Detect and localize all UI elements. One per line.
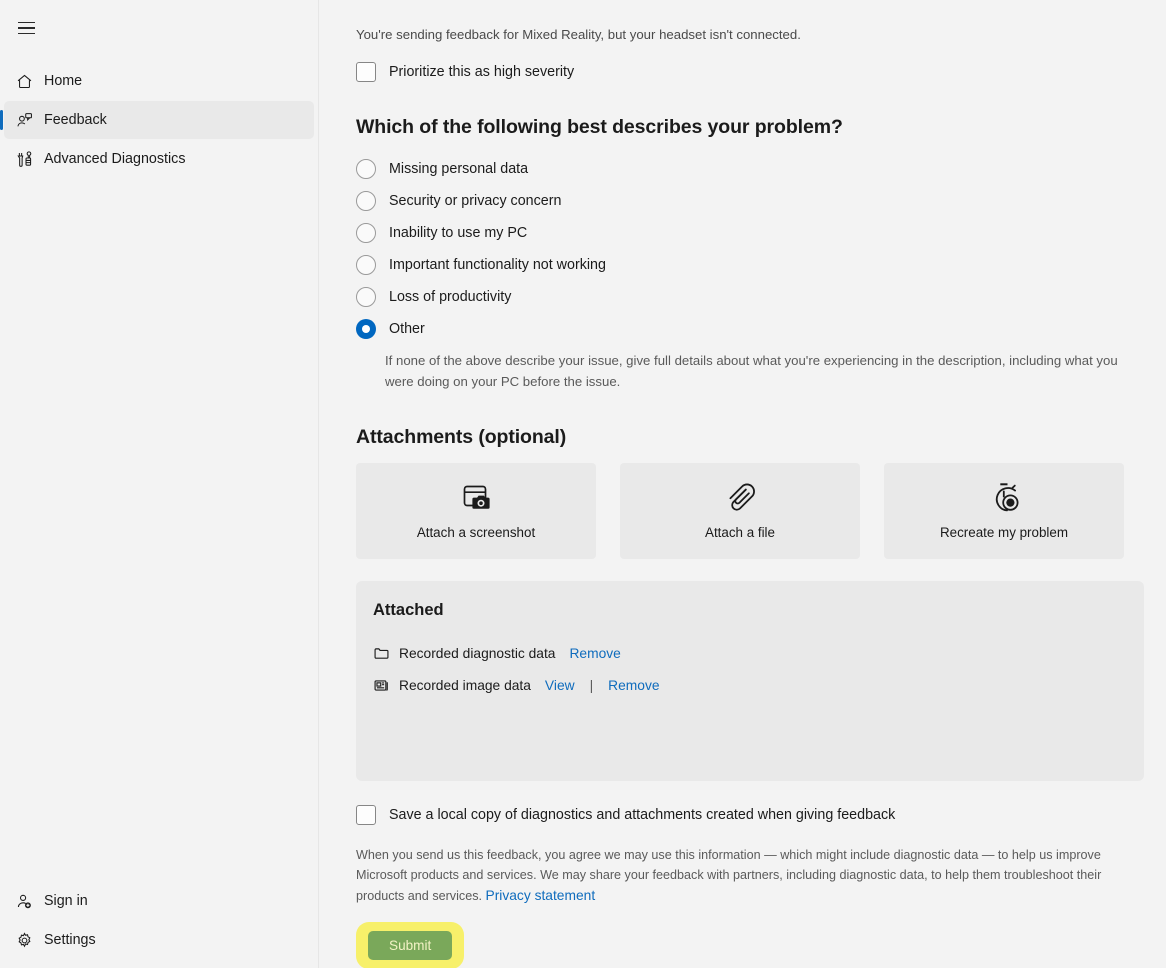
radio-label: Security or privacy concern: [389, 193, 562, 210]
attached-item-image-data: Recorded image data View | Remove: [372, 670, 1144, 702]
save-copy-checkbox[interactable]: [356, 804, 376, 825]
privacy-statement-link[interactable]: Privacy statement: [486, 888, 596, 903]
problem-radio-group: Missing personal data Security or privac…: [356, 153, 1130, 391]
view-link[interactable]: View: [545, 678, 575, 693]
radio-button[interactable]: [356, 191, 376, 212]
problem-section-title: Which of the following best describes yo…: [356, 116, 843, 139]
radio-label: Loss of productivity: [389, 289, 512, 306]
attached-panel: Attached Recorded diagnostic data Remove: [356, 580, 1144, 781]
save-copy-checkbox-label: Save a local copy of diagnostics and att…: [389, 806, 896, 823]
sidebar-item-advanced-diagnostics[interactable]: Advanced Diagnostics: [4, 140, 314, 178]
attachment-cards: Attach a screenshot Attach a file Recrea…: [356, 462, 1130, 559]
attached-panel-title: Attached: [373, 600, 444, 619]
sidebar-item-feedback[interactable]: Feedback: [0, 101, 314, 139]
paperclip-icon: [723, 481, 757, 515]
diagnostics-icon: [14, 149, 34, 169]
sidebar: Home Feedback Advanced Diagnostics Sign …: [0, 0, 319, 968]
image-data-icon: [372, 677, 390, 695]
priority-checkbox-row[interactable]: Prioritize this as high severity: [356, 62, 1130, 83]
radio-button[interactable]: [356, 223, 376, 244]
attach-screenshot-label: Attach a screenshot: [416, 525, 536, 541]
sidebar-item-label: Settings: [44, 932, 96, 948]
radio-option-other[interactable]: Other: [356, 313, 1130, 345]
screenshot-camera-icon: [459, 481, 493, 515]
home-icon: [14, 71, 34, 91]
main-content: You're sending feedback for Mixed Realit…: [319, 0, 1166, 968]
radio-button[interactable]: [356, 255, 376, 276]
attached-item-name: Recorded image data: [399, 678, 531, 694]
recreate-problem-card[interactable]: Recreate my problem: [884, 462, 1124, 559]
radio-option-inability-to-use-pc[interactable]: Inability to use my PC: [356, 217, 1130, 249]
hamburger-icon[interactable]: [6, 10, 46, 46]
radio-button[interactable]: [356, 159, 376, 180]
add-person-icon: [14, 891, 34, 911]
sidebar-item-label: Advanced Diagnostics: [44, 151, 186, 167]
radio-label: Important functionality not working: [389, 257, 606, 274]
attachments-section-title: Attachments (optional): [356, 425, 567, 448]
sidebar-bottom-nav: Sign in Settings: [0, 881, 318, 960]
legal-text: When you send us this feedback, you agre…: [356, 847, 1102, 904]
sidebar-item-settings[interactable]: Settings: [4, 921, 314, 959]
radio-label: Inability to use my PC: [389, 225, 528, 242]
sidebar-nav: Home Feedback Advanced Diagnostics: [0, 62, 318, 178]
gear-icon: [14, 930, 34, 950]
feedback-icon: [14, 110, 34, 130]
app-root: Home Feedback Advanced Diagnostics Sign …: [0, 0, 1166, 968]
attached-item-diagnostic-data: Recorded diagnostic data Remove: [372, 638, 1144, 670]
hamburger-line: [17, 27, 35, 29]
stopwatch-record-icon: [987, 481, 1021, 515]
radio-option-important-functionality[interactable]: Important functionality not working: [356, 249, 1130, 281]
radio-option-missing-personal-data[interactable]: Missing personal data: [356, 153, 1130, 185]
sidebar-item-label: Feedback: [44, 112, 107, 128]
radio-option-loss-of-productivity[interactable]: Loss of productivity: [356, 281, 1130, 313]
legal-disclaimer: When you send us this feedback, you agre…: [356, 845, 1130, 908]
sidebar-item-home[interactable]: Home: [4, 62, 314, 100]
hamburger-line: [17, 32, 35, 35]
attach-file-label: Attach a file: [705, 525, 775, 541]
headset-notice: You're sending feedback for Mixed Realit…: [356, 27, 801, 42]
attach-screenshot-card[interactable]: Attach a screenshot: [356, 462, 596, 559]
submit-button[interactable]: Submit: [368, 930, 453, 960]
sidebar-item-sign-in[interactable]: Sign in: [4, 882, 314, 920]
radio-option-security-privacy[interactable]: Security or privacy concern: [356, 185, 1130, 217]
remove-link[interactable]: Remove: [608, 678, 659, 693]
folder-icon: [372, 645, 390, 663]
save-copy-checkbox-row[interactable]: Save a local copy of diagnostics and att…: [356, 804, 1130, 825]
attached-item-name: Recorded diagnostic data: [399, 646, 556, 662]
hamburger-line: [17, 21, 35, 24]
link-separator: |: [589, 678, 594, 694]
remove-link[interactable]: Remove: [569, 646, 620, 661]
sidebar-item-label: Sign in: [44, 893, 88, 909]
radio-button[interactable]: [356, 287, 376, 308]
sidebar-item-label: Home: [44, 73, 83, 89]
radio-button-selected[interactable]: [356, 319, 376, 340]
radio-label: Other: [389, 321, 425, 338]
submit-highlight: Submit: [356, 921, 465, 968]
priority-checkbox[interactable]: [356, 62, 376, 83]
radio-label: Missing personal data: [389, 161, 529, 178]
attach-file-card[interactable]: Attach a file: [620, 462, 860, 559]
other-option-help-text: If none of the above describe your issue…: [385, 353, 1118, 389]
priority-checkbox-label: Prioritize this as high severity: [389, 64, 575, 81]
feedback-form: You're sending feedback for Mixed Realit…: [319, 0, 1166, 968]
recreate-problem-label: Recreate my problem: [939, 525, 1068, 541]
